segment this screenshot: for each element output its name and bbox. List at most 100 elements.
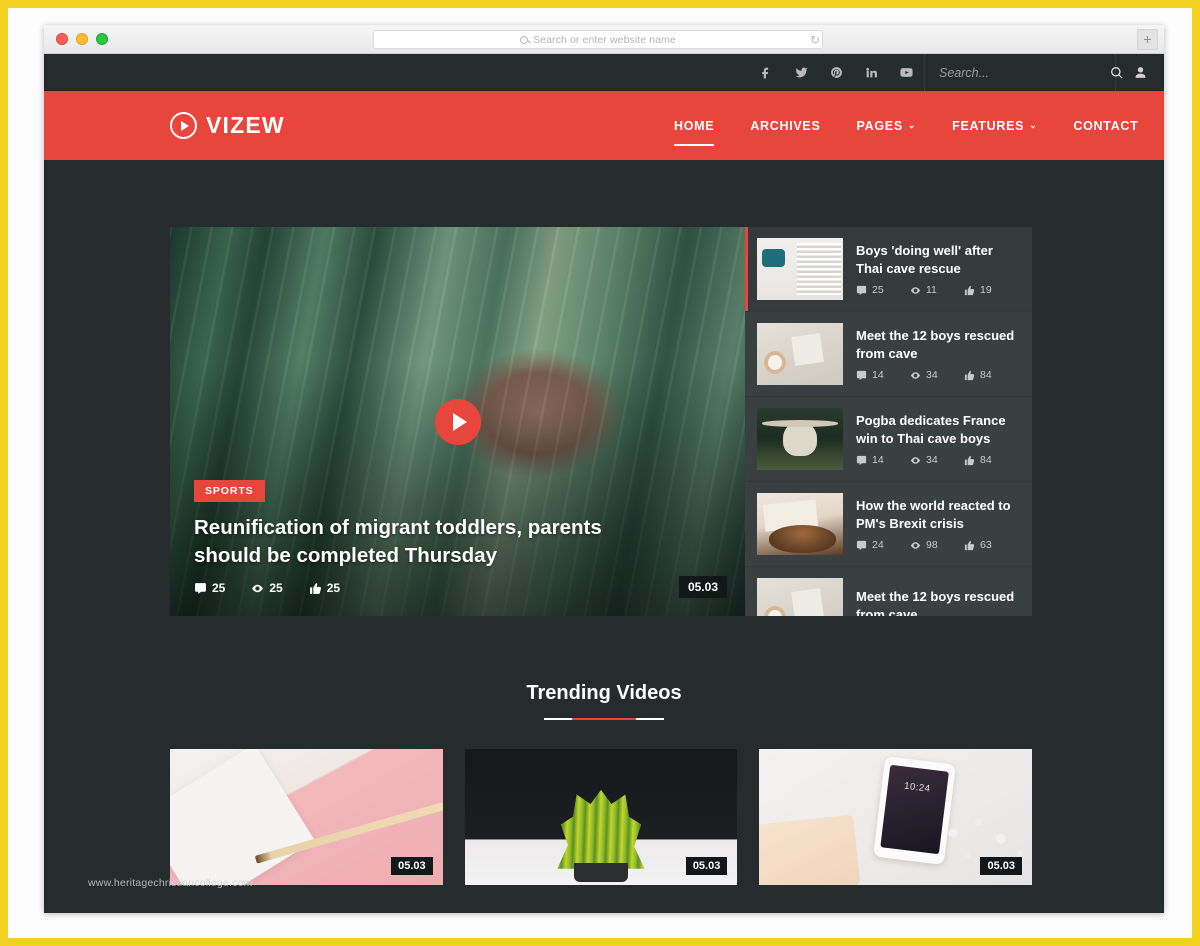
- site-search[interactable]: [924, 54, 1123, 91]
- playlist-thumbnail: [757, 238, 843, 300]
- nav-item-pages[interactable]: PAGES ⌄: [839, 91, 935, 160]
- playlist-item-body: Boys 'doing well' after Thai cave rescue…: [856, 242, 1018, 296]
- playlist-item-title[interactable]: How the world reacted to PM's Brexit cri…: [856, 497, 1018, 532]
- site-header: VIZEW HOME ARCHIVES PAGES ⌄ FEATURES ⌄ C…: [44, 91, 1164, 160]
- maximize-window-button[interactable]: [96, 33, 108, 45]
- trending-video-card[interactable]: 05.03: [170, 749, 443, 885]
- page-frame: Search or enter website name ↻ + BREAKIN…: [0, 0, 1200, 946]
- comment-count: 14: [856, 454, 910, 466]
- site-logo[interactable]: VIZEW: [170, 112, 285, 139]
- pinterest-icon[interactable]: [819, 54, 854, 91]
- playlist-item-title[interactable]: Boys 'doing well' after Thai cave rescue: [856, 242, 1018, 277]
- eye-icon: [910, 456, 921, 464]
- playlist-item-body: Meet the 12 boys rescued from cave: [856, 588, 1018, 616]
- playlist-thumbnail: [757, 408, 843, 470]
- playlist-item-title[interactable]: Pogba dedicates France win to Thai cave …: [856, 412, 1018, 447]
- nav-label: HOME: [674, 118, 715, 133]
- eye-icon: [252, 584, 264, 592]
- section-divider: [544, 718, 664, 720]
- playlist-item-stats: 25 11 19: [856, 284, 1018, 296]
- playlist-item[interactable]: Boys 'doing well' after Thai cave rescue…: [745, 227, 1032, 312]
- main-navigation[interactable]: HOME ARCHIVES PAGES ⌄ FEATURES ⌄ CONTACT: [656, 91, 1156, 160]
- playlist-item-body: Pogba dedicates France win to Thai cave …: [856, 412, 1018, 466]
- social-links[interactable]: [749, 54, 924, 91]
- comment-count: 25: [856, 284, 910, 296]
- nav-label: PAGES: [856, 118, 903, 133]
- linkedin-icon[interactable]: [854, 54, 889, 91]
- nav-label: CONTACT: [1073, 118, 1139, 133]
- playlist-item-stats: 24 98 63: [856, 539, 1018, 551]
- chevron-down-icon: ⌄: [1029, 120, 1038, 130]
- eye-icon: [910, 371, 921, 379]
- playlist-item-title[interactable]: Meet the 12 boys rescued from cave: [856, 327, 1018, 362]
- thumbs-up-icon: [964, 370, 975, 380]
- playlist-item[interactable]: Meet the 12 boys rescued from cave: [745, 567, 1032, 616]
- playlist-item-stats: 14 34 84: [856, 454, 1018, 466]
- window-controls[interactable]: [56, 33, 108, 45]
- playlist-item[interactable]: Meet the 12 boys rescued from cave 14 34…: [745, 312, 1032, 397]
- view-count: 34: [910, 454, 964, 466]
- nav-item-home[interactable]: HOME: [656, 91, 732, 160]
- comment-icon: [856, 455, 867, 465]
- twitter-icon[interactable]: [784, 54, 819, 91]
- view-count: 25: [251, 581, 283, 595]
- chevron-down-icon: ⌄: [907, 120, 917, 130]
- youtube-icon[interactable]: [889, 54, 924, 91]
- comment-count: 24: [856, 539, 910, 551]
- thumbs-up-icon: [964, 285, 975, 295]
- browser-window: Search or enter website name ↻ + BREAKIN…: [44, 25, 1164, 913]
- play-icon[interactable]: [434, 398, 481, 445]
- phone-clock: 10:24: [903, 780, 932, 795]
- like-count: 84: [964, 454, 1018, 466]
- view-count-value: 25: [269, 581, 283, 595]
- search-icon: [520, 35, 529, 44]
- search-input[interactable]: [939, 65, 1102, 80]
- playlist-item[interactable]: Pogba dedicates France win to Thai cave …: [745, 397, 1032, 482]
- minimize-window-button[interactable]: [76, 33, 88, 45]
- reload-icon[interactable]: ↻: [810, 33, 820, 47]
- like-count: 19: [964, 284, 1018, 296]
- playlist-item[interactable]: How the world reacted to PM's Brexit cri…: [745, 482, 1032, 567]
- nav-item-features[interactable]: FEATURES ⌄: [934, 91, 1055, 160]
- video-duration-badge: 05.03: [980, 857, 1023, 875]
- featured-video-card[interactable]: SPORTS Reunification of migrant toddlers…: [170, 227, 745, 616]
- trending-video-card[interactable]: 05.03: [464, 749, 738, 885]
- playlist-item-body: How the world reacted to PM's Brexit cri…: [856, 497, 1018, 551]
- featured-stats: 25 25 25: [194, 581, 721, 595]
- tablet-shape: [759, 814, 861, 885]
- comment-count: 14: [856, 369, 910, 381]
- trending-section-header: Trending Videos: [44, 682, 1164, 720]
- nav-item-archives[interactable]: ARCHIVES: [732, 91, 838, 160]
- close-window-button[interactable]: [56, 33, 68, 45]
- comment-icon: [856, 285, 867, 295]
- view-count: 11: [910, 284, 964, 296]
- category-badge[interactable]: SPORTS: [194, 480, 265, 503]
- view-count: 98: [910, 539, 964, 551]
- like-count-value: 25: [326, 581, 341, 595]
- nav-label: ARCHIVES: [750, 118, 821, 133]
- trending-video-grid: 05.03 05.03 10:24 05.03: [170, 749, 1033, 885]
- comment-count-value: 25: [212, 581, 226, 595]
- featured-playlist[interactable]: Boys 'doing well' after Thai cave rescue…: [745, 227, 1032, 616]
- playlist-thumbnail: [757, 578, 843, 616]
- playlist-item-title[interactable]: Meet the 12 boys rescued from cave: [856, 588, 1018, 616]
- video-duration-badge: 05.03: [391, 857, 433, 875]
- new-tab-button[interactable]: +: [1137, 29, 1158, 50]
- facebook-icon[interactable]: [749, 54, 784, 91]
- video-duration-badge: 05.03: [678, 576, 727, 598]
- eye-icon: [910, 286, 921, 294]
- thumbs-up-icon: [309, 582, 321, 594]
- section-title: Trending Videos: [526, 682, 682, 704]
- playlist-item-body: Meet the 12 boys rescued from cave 14 34…: [856, 327, 1018, 381]
- user-account-icon[interactable]: [1116, 54, 1164, 91]
- nav-item-contact[interactable]: CONTACT: [1055, 91, 1156, 160]
- nav-label: FEATURES: [952, 118, 1025, 133]
- trending-video-card[interactable]: 10:24 05.03: [759, 749, 1033, 885]
- featured-title[interactable]: Reunification of migrant toddlers, paren…: [194, 514, 634, 570]
- video-duration-badge: 05.03: [685, 857, 728, 875]
- comment-count: 25: [194, 581, 225, 595]
- like-count: 25: [309, 581, 340, 595]
- eye-icon: [910, 541, 921, 549]
- browser-toolbar: Search or enter website name ↻ +: [44, 25, 1164, 54]
- address-bar[interactable]: Search or enter website name: [373, 30, 823, 49]
